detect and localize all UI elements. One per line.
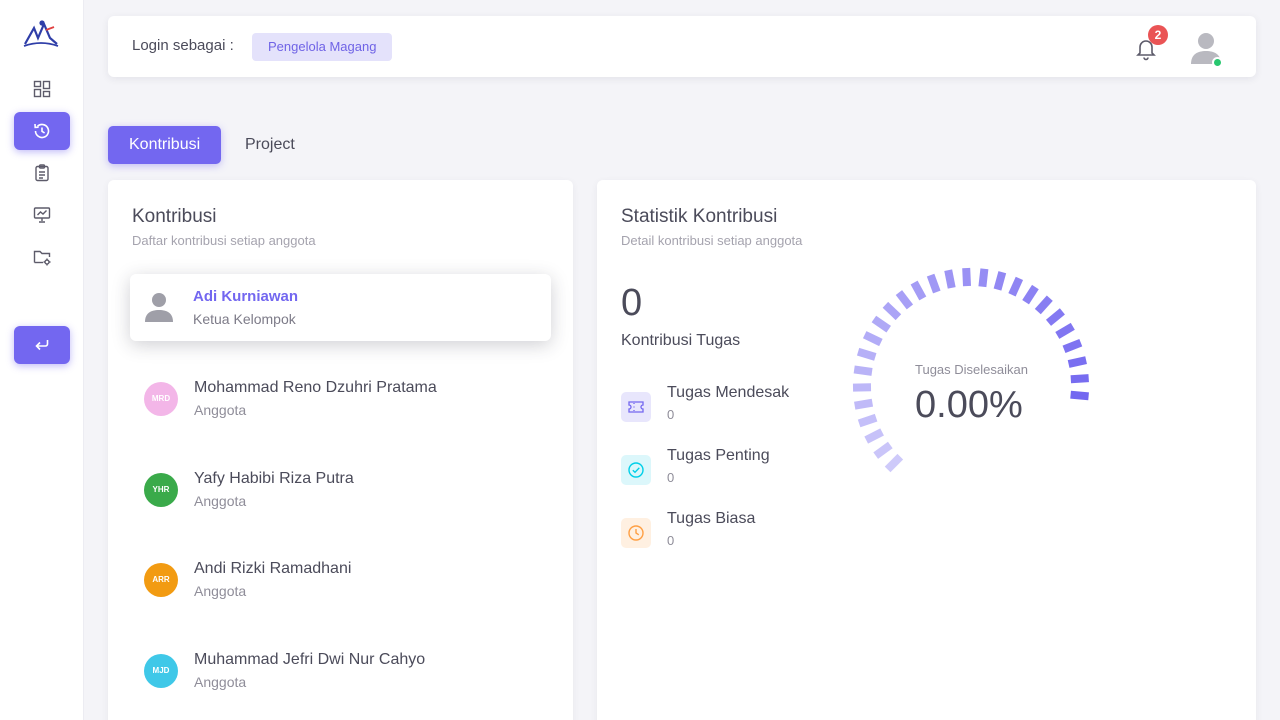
gauge-segment bbox=[864, 428, 884, 444]
gauge-segment bbox=[1067, 356, 1087, 368]
stat-urgent: Tugas Mendesak 0 bbox=[621, 384, 821, 434]
gauge-segment bbox=[884, 453, 904, 473]
statistics-subtitle: Detail kontribusi setiap anggota bbox=[621, 233, 803, 248]
member-name: Yafy Habibi Riza Putra bbox=[194, 469, 354, 487]
gauge-value: 0.00% bbox=[915, 384, 1023, 426]
total-contribution-label: Kontribusi Tugas bbox=[621, 332, 741, 349]
stat-important-value: 0 bbox=[667, 470, 675, 485]
sidebar-item-dashboard[interactable] bbox=[14, 70, 70, 108]
gauge-segment bbox=[1045, 308, 1065, 326]
gauge-segment bbox=[926, 273, 941, 294]
gauge-segment bbox=[873, 441, 893, 459]
leader-role: Ketua Kelompok bbox=[193, 311, 296, 327]
sidebar-item-folder-settings[interactable] bbox=[14, 238, 70, 276]
notification-badge: 2 bbox=[1148, 25, 1168, 45]
login-label: Login sebagai : bbox=[132, 37, 234, 54]
tab-kontribusi[interactable]: Kontribusi bbox=[108, 126, 222, 164]
sidebar-item-tasks[interactable] bbox=[14, 154, 70, 192]
member-avatar: YHR bbox=[144, 472, 178, 507]
gauge-segment bbox=[993, 271, 1007, 291]
logout-icon bbox=[35, 340, 49, 351]
stat-important-icon-box bbox=[621, 455, 651, 485]
gauge-segment bbox=[882, 301, 902, 321]
member-role: Anggota bbox=[194, 492, 247, 509]
member-item[interactable]: MJD Muhammad Jefri Dwi Nur Cahyo Anggota bbox=[132, 638, 549, 708]
tab-project[interactable]: Project bbox=[224, 126, 316, 164]
completion-gauge bbox=[852, 267, 1089, 473]
logo bbox=[23, 20, 59, 47]
member-item[interactable]: ARR Andi Rizki Ramadhani Anggota bbox=[132, 547, 549, 617]
member-name: Mohammad Reno Dzuhri Pratama bbox=[194, 379, 437, 396]
sidebar bbox=[0, 0, 84, 720]
sidebar-item-history[interactable] bbox=[14, 112, 70, 150]
logout-button[interactable] bbox=[14, 326, 70, 364]
sidebar-item-presentation[interactable] bbox=[14, 196, 70, 234]
leader-item[interactable]: Adi Kurniawan Ketua Kelompok bbox=[130, 274, 551, 341]
contribution-subtitle: Daftar kontribusi setiap anggota bbox=[132, 233, 316, 248]
stat-important: Tugas Penting 0 bbox=[621, 447, 821, 497]
stat-urgent-label: Tugas Mendesak bbox=[667, 384, 790, 401]
dashboard-icon bbox=[33, 80, 51, 98]
stat-normal-icon-box bbox=[621, 518, 651, 548]
total-contribution-count: 0 bbox=[621, 282, 643, 324]
top-bar: Login sebagai : Pengelola Magang 2 bbox=[108, 16, 1256, 77]
user-icon bbox=[145, 293, 173, 322]
member-avatar: MJD bbox=[144, 653, 178, 688]
gauge-segment bbox=[1022, 284, 1039, 305]
gauge-segment bbox=[1034, 295, 1053, 315]
member-avatar: ARR bbox=[144, 563, 178, 597]
presentation-icon bbox=[33, 207, 51, 223]
contribution-title: Kontribusi bbox=[132, 206, 217, 227]
leader-name: Adi Kurniawan bbox=[193, 288, 299, 305]
stat-normal-label: Tugas Biasa bbox=[667, 510, 756, 527]
gauge-segment bbox=[862, 331, 883, 347]
stat-important-label: Tugas Penting bbox=[667, 447, 770, 464]
gauge-segment bbox=[1008, 276, 1024, 297]
member-item[interactable]: MRD Mohammad Reno Dzuhri Pratama Anggota bbox=[132, 366, 549, 436]
gauge-segment bbox=[1070, 374, 1089, 384]
gauge-label: Tugas Diselesaikan bbox=[915, 362, 1028, 377]
member-name: Andi Rizki Ramadhani bbox=[194, 560, 352, 577]
stat-urgent-value: 0 bbox=[667, 407, 675, 422]
gauge-segment bbox=[856, 347, 877, 361]
history-icon bbox=[34, 123, 50, 139]
stat-normal: Tugas Biasa 0 bbox=[621, 510, 821, 560]
online-status-dot bbox=[1212, 57, 1223, 68]
gauge-segment bbox=[871, 315, 891, 333]
statistics-title: Statistik Kontribusi bbox=[621, 206, 778, 227]
gauge-segment bbox=[944, 269, 956, 289]
stat-normal-value: 0 bbox=[667, 533, 675, 548]
member-role: Anggota bbox=[194, 673, 247, 690]
member-name: Muhammad Jefri Dwi Nur Cahyo bbox=[194, 650, 426, 668]
clipboard-icon bbox=[35, 164, 49, 182]
gauge-segment bbox=[853, 365, 873, 376]
gauge-segment bbox=[978, 268, 989, 288]
gauge-segment bbox=[857, 413, 878, 428]
member-role: Anggota bbox=[194, 402, 247, 418]
check-circle-icon bbox=[628, 462, 644, 478]
gauge-segment bbox=[962, 267, 971, 287]
gauge-segment bbox=[895, 290, 914, 310]
gauge-segment bbox=[1062, 338, 1083, 354]
clock-icon bbox=[628, 525, 644, 541]
gauge-segment bbox=[854, 398, 874, 410]
member-item[interactable]: YHR Yafy Habibi Riza Putra Anggota bbox=[132, 457, 549, 527]
gauge-segment bbox=[1055, 322, 1075, 339]
role-badge: Pengelola Magang bbox=[252, 33, 393, 61]
gauge-segment bbox=[910, 280, 927, 301]
statistics-card: Statistik Kontribusi Detail kontribusi s… bbox=[597, 180, 1256, 720]
stat-urgent-icon-box bbox=[621, 392, 651, 422]
contribution-card: Kontribusi Daftar kontribusi setiap angg… bbox=[108, 180, 573, 720]
member-role: Anggota bbox=[194, 583, 247, 599]
folder-settings-icon bbox=[33, 250, 51, 266]
member-avatar: MRD bbox=[144, 382, 178, 416]
ticket-icon bbox=[628, 401, 644, 413]
gauge-segment bbox=[1070, 390, 1089, 401]
